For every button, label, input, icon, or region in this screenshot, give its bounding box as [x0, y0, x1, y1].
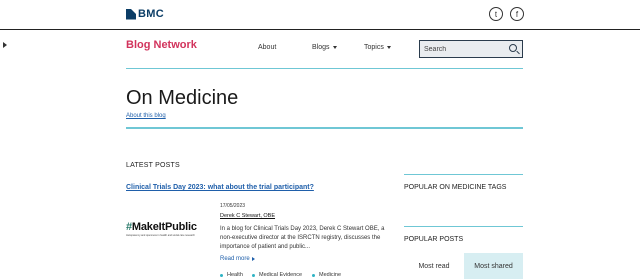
sidebar-divider — [404, 226, 523, 227]
about-blog-link[interactable]: About this blog — [126, 113, 166, 119]
tag-health[interactable]: Health — [220, 272, 243, 278]
nav-blogs-label: Blogs — [312, 44, 330, 51]
makeitpublic-subtitle: transparency and openness in health and … — [126, 234, 195, 237]
tab-most-shared-label: Most shared — [474, 262, 513, 270]
nav-about-label: About — [258, 44, 277, 51]
post-title-link[interactable]: Clinical Trials Day 2023: what about the… — [126, 184, 314, 191]
tab-most-read-label: Most read — [418, 262, 450, 270]
arrow-right-icon — [251, 257, 255, 261]
search-box — [419, 40, 523, 58]
tag-dot-icon — [220, 273, 223, 277]
sidebar-toggle-arrow-icon[interactable] — [3, 42, 7, 48]
tag-label: Medical Evidence — [259, 272, 303, 278]
makeitpublic-logo: #MakeItPublic — [126, 221, 212, 233]
popular-posts-heading: POPULAR POSTS — [404, 236, 464, 243]
title-divider — [126, 127, 523, 129]
makeitpublic-logo-text: MakeItPublic — [131, 221, 197, 233]
nav-topics-label: Topics — [364, 44, 384, 51]
latest-posts-heading: LATEST POSTS — [126, 162, 180, 169]
bmc-logo-text: BMC — [138, 8, 164, 20]
read-more-link[interactable]: Read more — [220, 256, 255, 262]
tab-most-read[interactable]: Most read — [404, 253, 464, 279]
top-bar: BMC t f — [0, 0, 640, 30]
tag-medicine[interactable]: Medicine — [312, 272, 341, 278]
header-divider — [126, 68, 523, 69]
post-excerpt: In a blog for Clinical Trials Day 2023, … — [220, 226, 385, 250]
nav-about[interactable]: About — [258, 44, 276, 51]
post-thumbnail[interactable]: #MakeItPublic transparency and openness … — [126, 221, 212, 237]
sidebar-divider — [404, 174, 523, 175]
facebook-icon[interactable]: f — [510, 7, 524, 21]
tag-dot-icon — [252, 273, 255, 277]
bmc-logo[interactable]: BMC — [126, 8, 164, 20]
search-icon[interactable] — [509, 44, 517, 52]
search-input[interactable] — [420, 41, 504, 57]
post-author-link[interactable]: Derek C Stewart, OBE — [220, 213, 275, 219]
read-more-label: Read more — [220, 256, 250, 262]
blog-network-title[interactable]: Blog Network — [126, 39, 197, 51]
tag-label: Health — [227, 272, 243, 278]
nav-topics[interactable]: Topics — [364, 44, 391, 51]
post-date: 17/05/2023 — [220, 203, 246, 209]
bmc-logo-mark-icon — [126, 9, 136, 20]
tab-most-shared[interactable]: Most shared — [464, 253, 523, 279]
tag-label: Medicine — [319, 272, 342, 278]
chevron-down-icon — [332, 45, 337, 49]
tag-dot-icon — [312, 273, 315, 277]
twitter-icon[interactable]: t — [489, 7, 503, 21]
nav-blogs[interactable]: Blogs — [312, 44, 337, 51]
chevron-down-icon — [386, 45, 391, 49]
popular-tags-heading: POPULAR ON MEDICINE TAGS — [404, 184, 507, 191]
page-title: On Medicine — [126, 87, 239, 109]
tag-medical-evidence[interactable]: Medical Evidence — [252, 272, 302, 278]
